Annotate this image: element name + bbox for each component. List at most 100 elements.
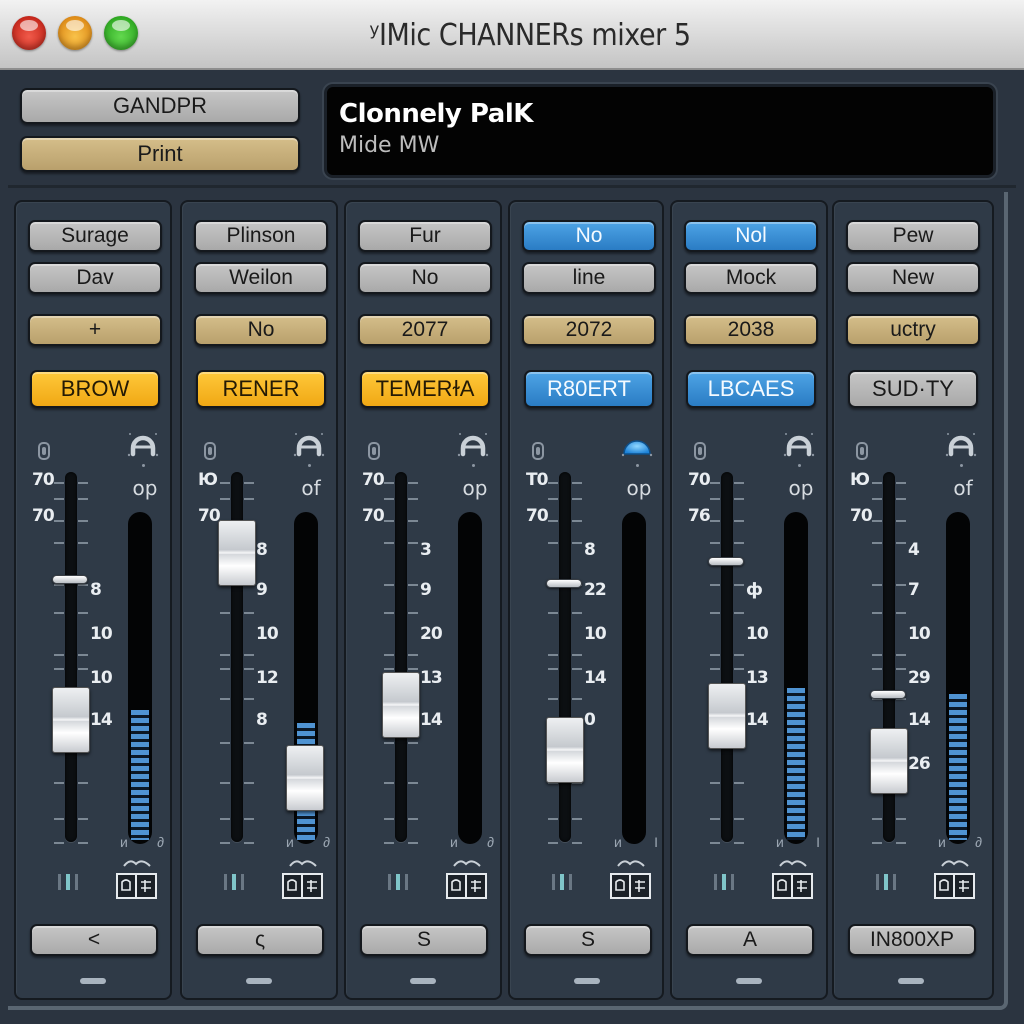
channel-select-button[interactable]: Nol bbox=[684, 220, 818, 252]
channel-fader[interactable] bbox=[708, 683, 746, 749]
channel-source-button[interactable]: Weilon bbox=[194, 262, 328, 294]
routing-icon[interactable] bbox=[280, 858, 326, 902]
lock-icon[interactable] bbox=[38, 442, 50, 460]
scale-label: 13 bbox=[746, 668, 769, 688]
scale-tick bbox=[220, 698, 230, 700]
channel-source-button[interactable]: line bbox=[522, 262, 656, 294]
channel-number-button[interactable]: 2072 bbox=[522, 314, 656, 346]
fader-track[interactable] bbox=[395, 472, 407, 842]
channel-indicator-dash bbox=[574, 978, 600, 984]
signal-bars-icon bbox=[876, 874, 902, 890]
channel-number-button[interactable]: No bbox=[194, 314, 328, 346]
channel-select-button[interactable]: No bbox=[522, 220, 656, 252]
meter-fader[interactable] bbox=[286, 745, 324, 811]
channel-number-button[interactable]: 2077 bbox=[358, 314, 492, 346]
fader-track[interactable] bbox=[559, 472, 571, 842]
scale-tick bbox=[220, 782, 230, 784]
channel-select-button[interactable]: Plinson bbox=[194, 220, 328, 252]
routing-icon[interactable] bbox=[932, 858, 978, 902]
fader-track[interactable] bbox=[721, 472, 733, 842]
scale-tick bbox=[734, 668, 744, 670]
level-meter bbox=[946, 512, 970, 844]
scale-tick bbox=[384, 520, 394, 522]
channel-fader[interactable] bbox=[52, 687, 90, 753]
scale-tick bbox=[548, 654, 558, 656]
channel-name-button[interactable]: R80ERT bbox=[524, 370, 654, 408]
scale-tick bbox=[572, 698, 582, 700]
scale-tick bbox=[78, 612, 88, 614]
channel-name-button[interactable]: SUD·TY bbox=[848, 370, 978, 408]
channel-fader[interactable] bbox=[218, 520, 256, 586]
scale-tick bbox=[872, 498, 882, 500]
channel-select-button[interactable]: Surage bbox=[28, 220, 162, 252]
scale-tick bbox=[872, 612, 882, 614]
scale-tick bbox=[548, 498, 558, 500]
routing-icon[interactable] bbox=[770, 858, 816, 902]
scale-tick bbox=[548, 520, 558, 522]
scale-tick bbox=[896, 482, 906, 484]
pan-knob-active-icon[interactable] bbox=[620, 430, 654, 457]
scale-tick bbox=[220, 668, 230, 670]
scale-tick bbox=[548, 668, 558, 670]
lock-icon[interactable] bbox=[856, 442, 868, 460]
scale-tick bbox=[734, 612, 744, 614]
meter-footer: и ∂ bbox=[286, 834, 330, 850]
scale-label: 4 bbox=[908, 540, 920, 560]
fader-track[interactable] bbox=[65, 472, 77, 842]
channel-select-button[interactable]: Fur bbox=[358, 220, 492, 252]
trim-handle[interactable] bbox=[870, 690, 906, 699]
channel-name-button[interactable]: LBCAES bbox=[686, 370, 816, 408]
channel-name-button[interactable]: TEMERɫA bbox=[360, 370, 490, 408]
channel-number-button[interactable]: + bbox=[28, 314, 162, 346]
scale-tick bbox=[244, 698, 254, 700]
channel-strip: No line 2072 R80ERT op T0 70 8 22 10 14 0 и I S bbox=[508, 200, 664, 1000]
pan-knob-icon[interactable] bbox=[126, 430, 160, 457]
routing-icon[interactable] bbox=[608, 858, 654, 902]
scale-label: 12 bbox=[256, 668, 279, 688]
lock-icon[interactable] bbox=[532, 442, 544, 460]
channel-source-button[interactable]: Dav bbox=[28, 262, 162, 294]
pan-knob-icon[interactable] bbox=[456, 430, 490, 457]
channel-mode-button[interactable]: S bbox=[524, 924, 652, 956]
channel-select-button[interactable]: Pew bbox=[846, 220, 980, 252]
scale-label: ф bbox=[746, 580, 763, 600]
channel-source-button[interactable]: Mock bbox=[684, 262, 818, 294]
channel-name-button[interactable]: BROW bbox=[30, 370, 160, 408]
channel-mode-button[interactable]: IN800XP bbox=[848, 924, 976, 956]
scale-tick bbox=[384, 482, 394, 484]
channel-fader[interactable] bbox=[382, 672, 420, 738]
scale-tick bbox=[710, 520, 720, 522]
print-button[interactable]: Print bbox=[20, 136, 300, 172]
meter-footer-label: и bbox=[776, 834, 784, 850]
scale-label: 10 bbox=[90, 624, 113, 644]
pan-knob-icon[interactable] bbox=[782, 430, 816, 457]
channel-mode-button[interactable]: A bbox=[686, 924, 814, 956]
channel-strips: Surage Dav + BROW op 70 70 8 10 10 14 и ∂ < Plinson Wei… bbox=[8, 192, 1008, 1010]
gandpr-button[interactable]: GANDPR bbox=[20, 88, 300, 124]
scale-label: 76 bbox=[688, 506, 711, 526]
scale-label: 70 bbox=[362, 470, 385, 490]
trim-handle[interactable] bbox=[708, 557, 744, 566]
lock-icon[interactable] bbox=[368, 442, 380, 460]
pan-knob-icon[interactable] bbox=[292, 430, 326, 457]
channel-fader[interactable] bbox=[546, 717, 584, 783]
pan-knob-icon[interactable] bbox=[944, 430, 978, 457]
channel-source-button[interactable]: New bbox=[846, 262, 980, 294]
channel-name-button[interactable]: RENER bbox=[196, 370, 326, 408]
channel-fader[interactable] bbox=[870, 728, 908, 794]
channel-number-button[interactable]: 2038 bbox=[684, 314, 818, 346]
close-button[interactable] bbox=[12, 16, 46, 50]
lock-icon[interactable] bbox=[204, 442, 216, 460]
channel-number-button[interactable]: uctry bbox=[846, 314, 980, 346]
trim-handle[interactable] bbox=[52, 575, 88, 584]
channel-source-button[interactable]: No bbox=[358, 262, 492, 294]
channel-indicator-dash bbox=[898, 978, 924, 984]
channel-mode-button[interactable]: < bbox=[30, 924, 158, 956]
channel-mode-button[interactable]: ς bbox=[196, 924, 324, 956]
track-display: Clonnely PalK Mide MW bbox=[324, 84, 996, 178]
lock-icon[interactable] bbox=[694, 442, 706, 460]
routing-icon[interactable] bbox=[114, 858, 160, 902]
trim-handle[interactable] bbox=[546, 579, 582, 588]
channel-mode-button[interactable]: S bbox=[360, 924, 488, 956]
routing-icon[interactable] bbox=[444, 858, 490, 902]
